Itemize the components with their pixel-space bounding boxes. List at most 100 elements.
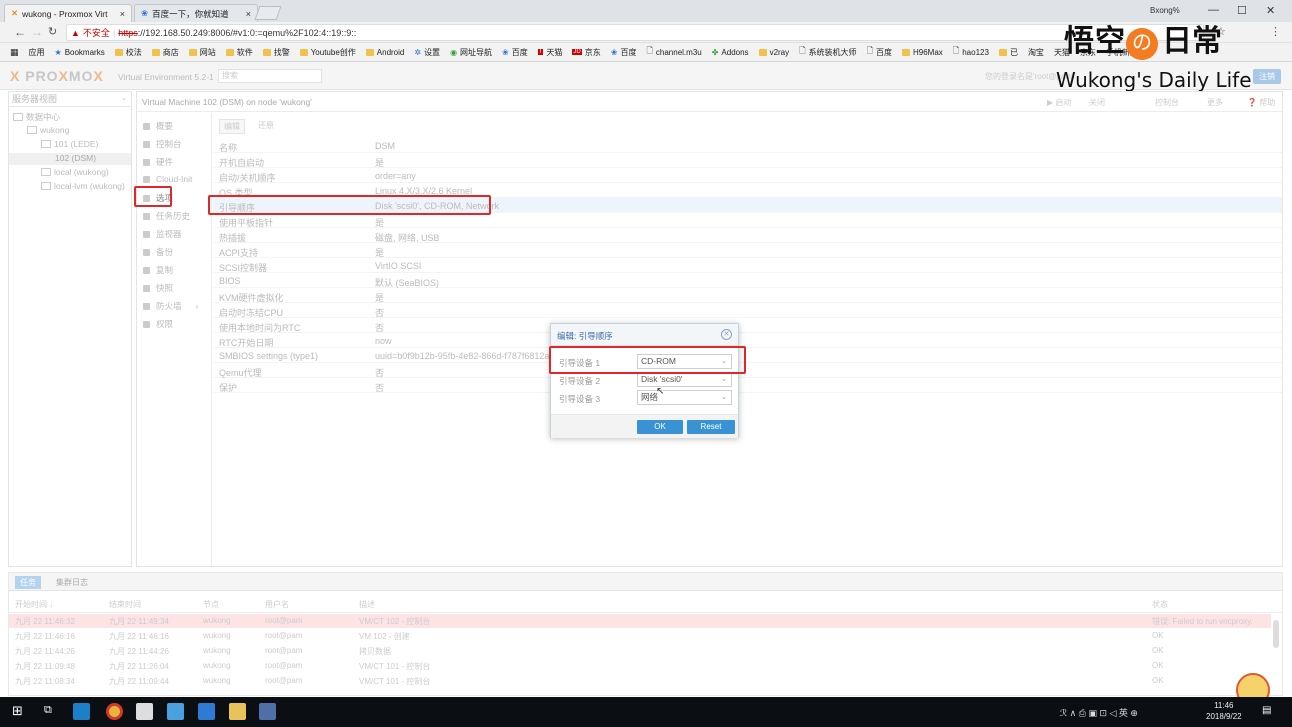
option-row[interactable]: SCSI控制器 VirtIO SCSI bbox=[213, 258, 1282, 273]
table-row[interactable]: 九月 22 11:46:16 九月 22 11:46:16 wukong root@p… bbox=[9, 629, 1271, 643]
tree-item-storage-local[interactable]: local (wukong) bbox=[41, 167, 109, 177]
mail-icon[interactable] bbox=[136, 703, 153, 720]
column-header[interactable]: 结束时间 bbox=[109, 599, 141, 610]
help-button[interactable]: ❓ 帮助 bbox=[1247, 97, 1275, 108]
console-button[interactable]: 控制台 bbox=[1155, 97, 1179, 108]
bookmark-item[interactable]: ❀ 百度 bbox=[502, 47, 528, 58]
chrome-menu-icon[interactable]: ⋮ bbox=[1270, 25, 1281, 38]
start-button[interactable]: ▶ 启动 bbox=[1047, 97, 1071, 108]
notification-icon[interactable]: ▤ bbox=[1262, 705, 1271, 716]
reload-icon[interactable]: ↻ bbox=[48, 25, 57, 38]
task-view-icon[interactable]: ⧉ bbox=[44, 704, 52, 717]
bookmark-item[interactable]: Android bbox=[365, 48, 404, 57]
tree-item-datacenter[interactable]: 数据中心 bbox=[13, 111, 60, 123]
tree-item-node[interactable]: wukong bbox=[27, 125, 69, 135]
boot-device-2-select[interactable]: Disk 'scsi0' ⌄ bbox=[637, 372, 732, 387]
bookmark-item[interactable]: 🗋 hao123 bbox=[953, 45, 989, 59]
windows-start-icon[interactable]: ⊞ bbox=[12, 703, 23, 719]
option-row[interactable]: BIOS 默认 (SeaBIOS) bbox=[213, 273, 1282, 288]
bookmark-item[interactable]: 网站 bbox=[188, 47, 216, 58]
back-icon[interactable]: ← bbox=[14, 25, 26, 39]
option-row[interactable]: KVM硬件虚拟化是 bbox=[213, 288, 1282, 303]
menu-task-history[interactable]: 任务历史 bbox=[143, 210, 190, 222]
tree-item-vm-101[interactable]: 101 (LEDE) bbox=[41, 139, 98, 149]
bookmark-item[interactable]: ◉ 网址导航 bbox=[450, 47, 492, 58]
option-row[interactable]: 启动时冻结CPU 否 bbox=[213, 303, 1282, 318]
option-row[interactable]: 保护否 bbox=[213, 378, 1282, 393]
app-photo-icon[interactable] bbox=[259, 703, 276, 720]
bookmark-item[interactable]: 应用 bbox=[29, 47, 45, 58]
tab-cluster-log[interactable]: 集群日志 bbox=[51, 576, 93, 589]
column-header[interactable]: 用户名 bbox=[265, 599, 289, 610]
option-row[interactable]: 开机自启动是 bbox=[213, 153, 1282, 168]
column-header[interactable]: 描述 bbox=[359, 599, 375, 610]
menu-cloud-init[interactable]: Cloud-Init bbox=[143, 174, 192, 184]
more-button[interactable]: 更多 bbox=[1207, 97, 1223, 108]
menu-backup[interactable]: 备份 bbox=[143, 246, 173, 258]
app-bird-icon[interactable] bbox=[167, 703, 184, 720]
option-row[interactable]: Qemu代理否 bbox=[213, 363, 1282, 378]
app-p-icon[interactable] bbox=[73, 703, 90, 720]
url-input[interactable]: ▲ 不安全 | https://192.168.50.249:8006/#v1:… bbox=[66, 24, 1204, 41]
browser-tab-baidu[interactable]: ❀ 百度一下，你就知道 × bbox=[134, 4, 258, 22]
reset-button[interactable]: Reset bbox=[687, 420, 735, 434]
column-header[interactable]: 节点 bbox=[203, 599, 219, 610]
ok-button[interactable]: OK bbox=[637, 420, 683, 434]
chrome-icon[interactable] bbox=[106, 703, 123, 720]
search-input[interactable]: 搜索 bbox=[218, 69, 322, 83]
app-blue-icon[interactable] bbox=[198, 703, 215, 720]
table-row[interactable]: 九月 22 11:09:48 九月 22 11:26:04 wukong root@p… bbox=[9, 659, 1271, 673]
shutdown-button[interactable]: 关闭 bbox=[1089, 97, 1105, 108]
bookmark-item[interactable]: 淘宝 bbox=[1028, 47, 1044, 58]
clock[interactable]: 11:46 2018/9/22 bbox=[1206, 700, 1242, 722]
browser-tab-proxmox[interactable]: ✕ wukong - Proxmox Virt × bbox=[4, 4, 132, 22]
bookmark-item[interactable]: 校法 bbox=[114, 47, 142, 58]
bookmark-item[interactable]: 软件 bbox=[225, 47, 253, 58]
file-explorer-icon[interactable] bbox=[229, 703, 246, 720]
table-row[interactable]: 九月 22 11:46:32 九月 22 11:49:34 wukong root@p… bbox=[9, 614, 1271, 628]
table-row[interactable]: 九月 22 11:08:34 九月 22 11:09:44 wukong root@p… bbox=[9, 674, 1271, 688]
bookmark-item[interactable]: 找警 bbox=[262, 47, 290, 58]
view-selector[interactable]: 服务器视图 ⌄ bbox=[9, 92, 131, 107]
forward-icon[interactable]: → bbox=[31, 25, 43, 39]
bookmark-item[interactable]: 🗋 百度 bbox=[867, 45, 892, 59]
bookmark-item[interactable]: 🗋 channel.m3u bbox=[646, 45, 701, 59]
bookmark-item[interactable]: 已 bbox=[998, 47, 1018, 58]
bookmark-item[interactable]: Youtube创作 bbox=[299, 47, 356, 58]
tree-item-vm-102[interactable]: 102 (DSM) bbox=[55, 153, 96, 163]
bookmark-item[interactable]: H96Max bbox=[902, 48, 943, 57]
option-row[interactable]: 使用本地时间为RTC 否 bbox=[213, 318, 1282, 333]
menu-firewall[interactable]: 防火墙 › bbox=[143, 300, 198, 312]
tab-close-icon[interactable]: × bbox=[246, 9, 251, 19]
menu-hardware[interactable]: 硬件 bbox=[143, 156, 173, 168]
menu-summary[interactable]: 概要 bbox=[143, 120, 173, 132]
close-window-icon[interactable]: ✕ bbox=[1266, 4, 1275, 17]
system-tray[interactable]: ℛ ∧ ⎙ ▣ ⊡ ◁ 英 ⊕ bbox=[1060, 706, 1138, 719]
option-row[interactable]: 热插拔 磁盘, 网络, USB bbox=[213, 228, 1282, 243]
table-row[interactable]: 九月 22 11:44:26 九月 22 11:44:26 wukong root@p… bbox=[9, 644, 1271, 658]
column-header[interactable]: 开始时间 ↓ bbox=[15, 599, 53, 610]
close-icon[interactable]: ✕ bbox=[721, 329, 732, 340]
option-row[interactable]: RTC开始日期 now bbox=[213, 333, 1282, 348]
bookmark-item[interactable]: ✤ Addons bbox=[712, 48, 749, 57]
bookmark-item[interactable]: 🗋 系统装机大师 bbox=[799, 45, 856, 59]
column-header[interactable]: 状态 bbox=[1152, 599, 1168, 610]
tree-item-storage-lvm[interactable]: local-lvm (wukong) bbox=[41, 181, 125, 191]
revert-button[interactable]: 还原 bbox=[255, 119, 277, 132]
log-scrollbar[interactable] bbox=[1273, 620, 1279, 648]
option-row[interactable]: SMBIOS settings (type1) uuid=b0f9b12b-95f… bbox=[213, 348, 1282, 363]
menu-monitor[interactable]: 监视器 bbox=[143, 228, 182, 240]
bookmark-item[interactable]: 商店 bbox=[151, 47, 179, 58]
option-row[interactable]: 启动/关机顺序 order=any bbox=[213, 168, 1282, 183]
menu-replication[interactable]: 复制 bbox=[143, 264, 173, 276]
option-row[interactable]: 名称 DSM bbox=[213, 138, 1282, 153]
tab-tasks[interactable]: 任务 bbox=[15, 576, 41, 589]
bookmark-item[interactable]: v2ray bbox=[758, 48, 789, 57]
apps-grid-icon[interactable]: ▦ bbox=[10, 47, 19, 58]
tab-close-icon[interactable]: × bbox=[120, 9, 125, 19]
menu-snapshot[interactable]: 快照 bbox=[143, 282, 173, 294]
edit-button[interactable]: 编辑 bbox=[219, 119, 245, 134]
new-tab-button[interactable] bbox=[254, 6, 282, 20]
bookmark-item[interactable]: ❀ 百度 bbox=[611, 47, 637, 58]
menu-console[interactable]: 控制台 bbox=[143, 138, 182, 150]
